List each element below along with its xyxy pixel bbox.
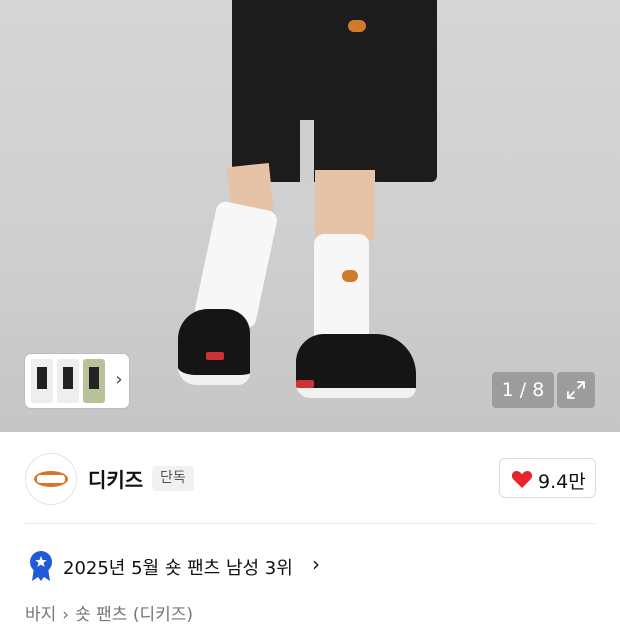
breadcrumb-item[interactable]: 숏 팬츠 (디키즈)	[75, 605, 193, 625]
chevron-right-icon: ›	[62, 605, 70, 625]
brand-row: 디키즈 단독 9.4만	[0, 432, 620, 524]
brand-logo-patch	[348, 20, 366, 32]
shoe-badge	[296, 380, 314, 388]
ranking-row[interactable]: 2025년 5월 숏 팬츠 남성 3위 ›	[0, 544, 620, 586]
like-button[interactable]: 9.4만	[499, 458, 596, 498]
right-leg	[315, 170, 375, 240]
thumbnail-strip[interactable]: ›	[25, 354, 129, 408]
divider	[25, 523, 595, 524]
ranking-text[interactable]: 2025년 5월 숏 팬츠 남성 3위	[63, 554, 293, 580]
shoe-badge	[206, 352, 224, 360]
heart-icon	[511, 471, 533, 488]
thumbnail[interactable]	[83, 359, 105, 403]
sock-logo	[342, 270, 358, 282]
shorts-split	[300, 120, 314, 182]
brand-logo[interactable]	[25, 453, 77, 505]
like-count: 9.4만	[538, 471, 586, 493]
expand-button[interactable]	[557, 372, 595, 408]
breadcrumb: 바지 › 숏 팬츠 (디키즈)	[25, 600, 193, 625]
thumbnail[interactable]	[57, 359, 79, 403]
brand-name[interactable]: 디키즈	[88, 464, 143, 493]
chevron-right-icon[interactable]: ›	[109, 370, 129, 390]
right-shoe	[296, 334, 416, 398]
exclusive-badge: 단독	[152, 466, 194, 491]
left-shoe	[178, 309, 250, 385]
expand-icon	[567, 381, 585, 399]
chevron-right-icon[interactable]: ›	[312, 552, 320, 576]
shorts-illustration	[232, 0, 437, 182]
image-counter: 1 / 8	[492, 372, 554, 408]
product-image[interactable]: › 1 / 8	[0, 0, 620, 432]
thumbnail[interactable]	[31, 359, 53, 403]
ranking-badge-icon	[30, 551, 52, 581]
breadcrumb-item[interactable]: 바지	[25, 605, 56, 625]
